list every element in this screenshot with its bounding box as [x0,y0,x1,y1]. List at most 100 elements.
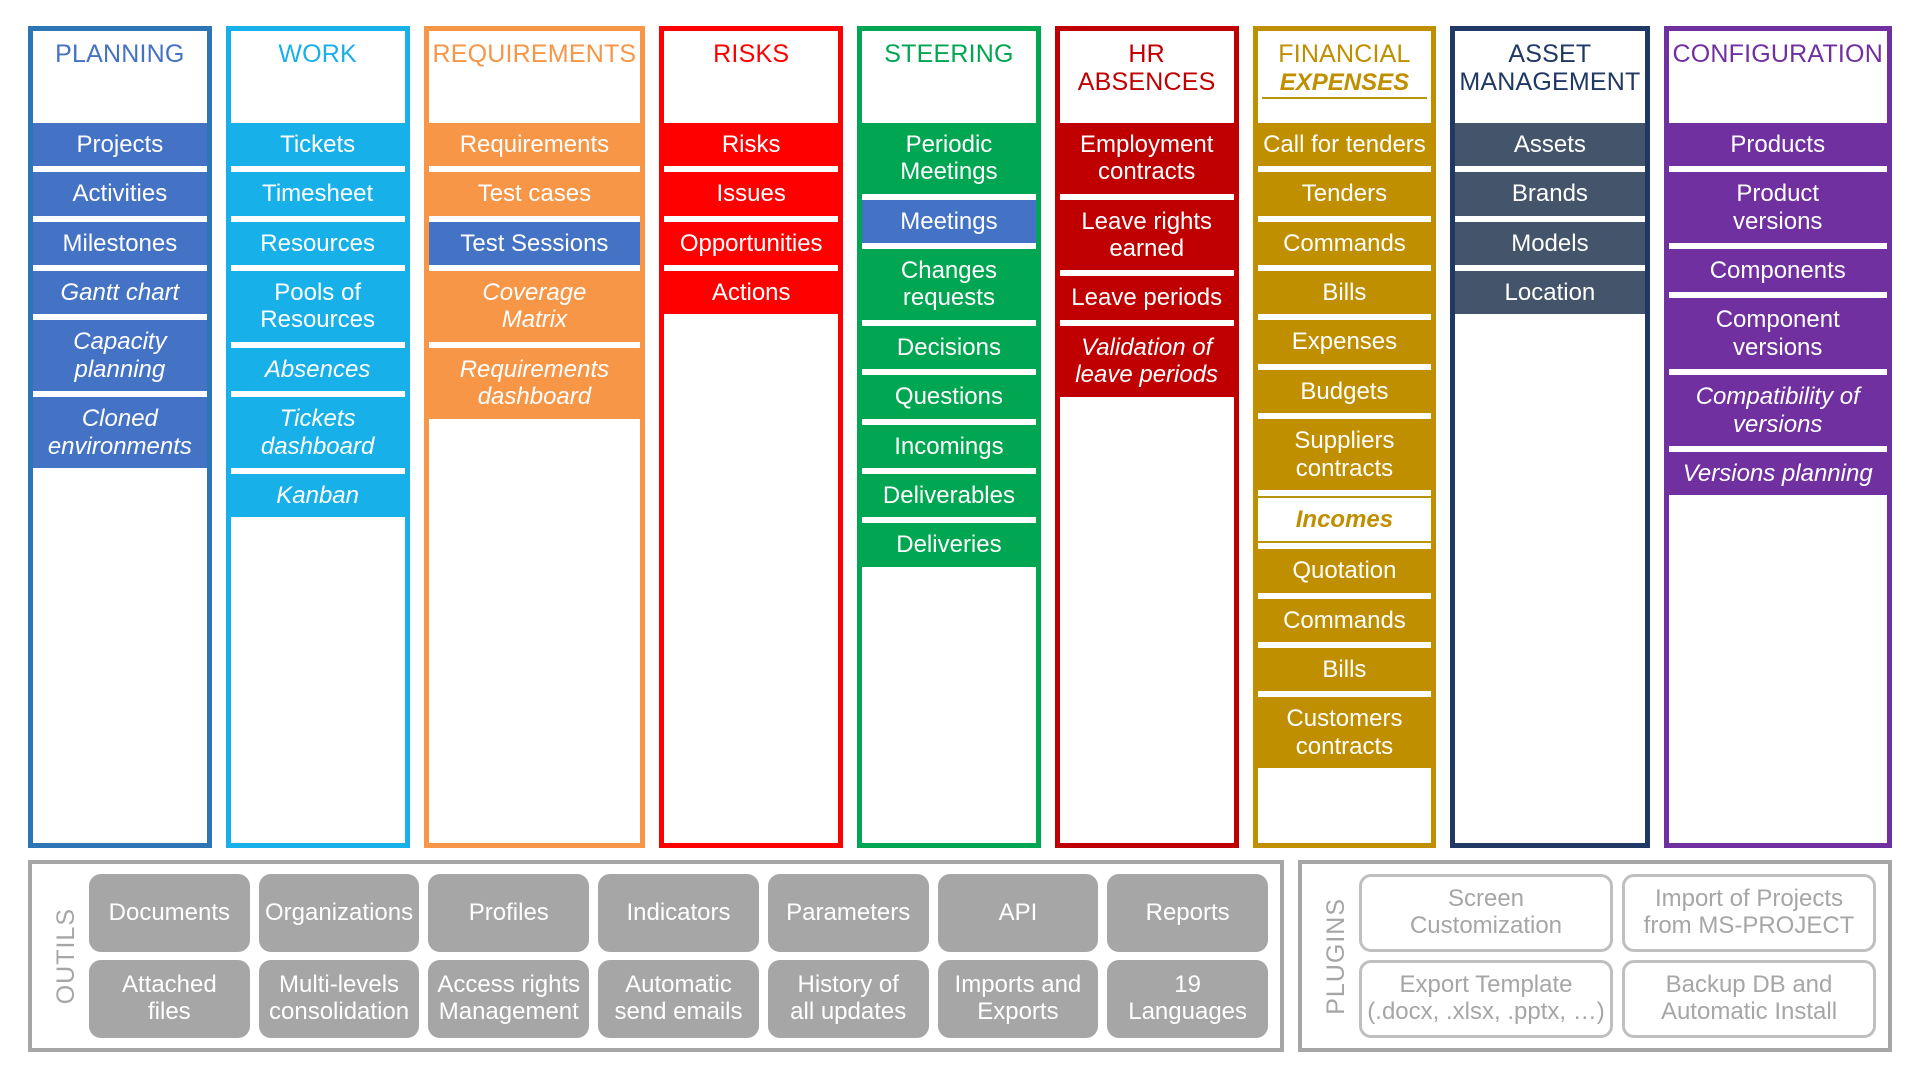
menu-item-steering-6[interactable]: Deliverables [862,473,1036,518]
plugins-button-1[interactable]: Import of Projects from MS-PROJECT [1622,874,1876,952]
outils-button-7[interactable]: Attached files [89,960,250,1038]
column-items-financial: Call for tenders Tenders Commands Bills Expe… [1257,117,1432,843]
column-header-configuration: CONFIGURATION [1668,31,1887,117]
column-spacer-configuration [1668,501,1887,843]
outils-button-2[interactable]: Profiles [428,874,590,952]
menu-item-planning-1[interactable]: Activities [33,172,207,216]
menu-item-configuration-1[interactable]: Product versions [1668,172,1887,244]
outils-button-12[interactable]: Imports and Exports [937,960,1099,1038]
menu-item-financial-3[interactable]: Bills [1257,271,1432,315]
menu-item-planning-4[interactable]: Capacity planning [33,320,207,392]
menu-item-steering-0[interactable]: Periodic Meetings [862,123,1036,194]
column-header-asset-management: ASSET MANAGEMENT [1455,31,1645,117]
menu-item-configuration-0[interactable]: Products [1668,123,1887,167]
menu-item-requirements-3[interactable]: Coverage Matrix [428,271,641,342]
menu-item-steering-7[interactable]: Deliveries [862,523,1036,567]
plugins-button-3[interactable]: Backup DB and Automatic Install [1622,960,1876,1038]
plugins-panel: PLUGINS Screen Customization Import of Pr… [1298,860,1892,1052]
menu-item-hr-absences-0[interactable]: Employment contracts [1059,123,1234,194]
column-spacer-steering [862,572,1036,843]
menu-item-steering-3[interactable]: Decisions [862,325,1036,370]
menu-item-work-0[interactable]: Tickets [230,123,405,167]
column-title-work: WORK [278,40,357,68]
module-column-asset-management: ASSET MANAGEMENT Assets Brands Models Locati… [1450,26,1650,848]
menu-item-financial-2[interactable]: Commands [1257,221,1432,266]
plugins-button-0[interactable]: Screen Customization [1359,874,1613,952]
module-column-requirements: REQUIREMENTS Requirements Test cases Test S… [423,26,646,848]
menu-item-hr-absences-3[interactable]: Validation of leave periods [1059,325,1234,397]
menu-item-financial-1[interactable]: Tenders [1257,172,1432,216]
menu-item-financial-7[interactable]: Incomes [1257,495,1432,544]
column-header-requirements: REQUIREMENTS [428,31,641,117]
outils-button-11[interactable]: History of all updates [767,960,929,1038]
outils-button-4[interactable]: Parameters [767,874,929,952]
menu-item-work-2[interactable]: Resources [230,221,405,266]
outils-button-8[interactable]: Multi-levels consolidation [258,960,420,1038]
menu-item-configuration-4[interactable]: Compatibility of versions [1668,375,1887,446]
menu-item-planning-0[interactable]: Projects [33,123,207,167]
menu-item-work-1[interactable]: Timesheet [230,172,405,216]
menu-item-steering-2[interactable]: Changes requests [862,249,1036,320]
menu-item-requirements-2[interactable]: Test Sessions [428,221,641,266]
outils-button-0[interactable]: Documents [89,874,250,952]
menu-item-requirements-0[interactable]: Requirements [428,123,641,167]
menu-item-requirements-4[interactable]: Requirements dashboard [428,347,641,419]
menu-item-configuration-3[interactable]: Component versions [1668,298,1887,370]
plugins-button-2[interactable]: Export Template (.docx, .xlsx, .pptx, …) [1359,960,1613,1038]
outils-button-3[interactable]: Indicators [598,874,759,952]
menu-item-steering-5[interactable]: Incomings [862,424,1036,468]
column-title-financial: FINANCIAL [1278,40,1411,68]
menu-item-financial-10[interactable]: Bills [1257,647,1432,692]
menu-item-risks-0[interactable]: Risks [664,123,839,167]
column-items-hr-absences: Employment contracts Leave rights earned L… [1059,117,1234,843]
menu-item-financial-5[interactable]: Budgets [1257,369,1432,414]
menu-item-financial-6[interactable]: Suppliers contracts [1257,419,1432,490]
outils-button-5[interactable]: API [937,874,1099,952]
column-spacer-work [230,523,405,843]
menu-item-work-6[interactable]: Kanban [230,473,405,518]
menu-item-work-3[interactable]: Pools of Resources [230,271,405,342]
menu-item-financial-8[interactable]: Quotation [1257,549,1432,593]
menu-item-configuration-2[interactable]: Components [1668,249,1887,293]
menu-item-risks-1[interactable]: Issues [664,172,839,216]
menu-item-requirements-1[interactable]: Test cases [428,172,641,216]
menu-item-configuration-5[interactable]: Versions planning [1668,451,1887,496]
column-spacer-hr-absences [1059,402,1234,843]
menu-item-asset-management-2[interactable]: Models [1455,221,1645,266]
menu-item-financial-4[interactable]: Expenses [1257,320,1432,364]
menu-item-steering-4[interactable]: Questions [862,375,1036,419]
column-header-steering: STEERING [862,31,1036,117]
menu-item-hr-absences-1[interactable]: Leave rights earned [1059,199,1234,271]
column-title-risks: RISKS [713,40,790,68]
menu-item-financial-11[interactable]: Customers contracts [1257,697,1432,769]
column-items-asset-management: Assets Brands Models Location [1455,117,1645,843]
column-title-hr-absences: HR ABSENCES [1077,40,1216,96]
outils-label: OUTILS [52,907,80,1005]
outils-button-6[interactable]: Reports [1107,874,1268,952]
menu-item-work-4[interactable]: Absences [230,347,405,392]
module-column-steering: STEERING Periodic Meetings Meetings Changes… [857,26,1041,848]
menu-item-asset-management-3[interactable]: Location [1455,271,1645,315]
menu-item-risks-2[interactable]: Opportunities [664,221,839,266]
menu-item-hr-absences-2[interactable]: Leave periods [1059,276,1234,320]
column-title-asset-management: ASSET MANAGEMENT [1459,40,1641,96]
menu-item-risks-3[interactable]: Actions [664,271,839,315]
outils-button-13[interactable]: 19 Languages [1107,960,1268,1038]
menu-item-asset-management-1[interactable]: Brands [1455,172,1645,216]
menu-item-planning-3[interactable]: Gantt chart [33,271,207,315]
menu-item-steering-1[interactable]: Meetings [862,199,1036,244]
outils-button-9[interactable]: Access rights Management [428,960,590,1038]
column-items-requirements: Requirements Test cases Test Sessions Cover… [428,117,641,843]
outils-button-10[interactable]: Automatic send emails [598,960,759,1038]
menu-item-work-5[interactable]: Tickets dashboard [230,397,405,468]
column-items-planning: Projects Activities Milestones Gantt chart C… [33,117,207,843]
menu-item-financial-9[interactable]: Commands [1257,598,1432,642]
outils-button-1[interactable]: Organizations [258,874,420,952]
bottom-panels: OUTILS Documents Organizations Profiles Ind… [28,860,1892,1052]
menu-item-planning-2[interactable]: Milestones [33,221,207,266]
column-header-financial: FINANCIAL EXPENSES [1257,31,1432,117]
menu-item-planning-5[interactable]: Cloned environments [33,397,207,468]
menu-item-financial-0[interactable]: Call for tenders [1257,123,1432,167]
menu-item-asset-management-0[interactable]: Assets [1455,123,1645,167]
column-title-requirements: REQUIREMENTS [432,40,637,68]
